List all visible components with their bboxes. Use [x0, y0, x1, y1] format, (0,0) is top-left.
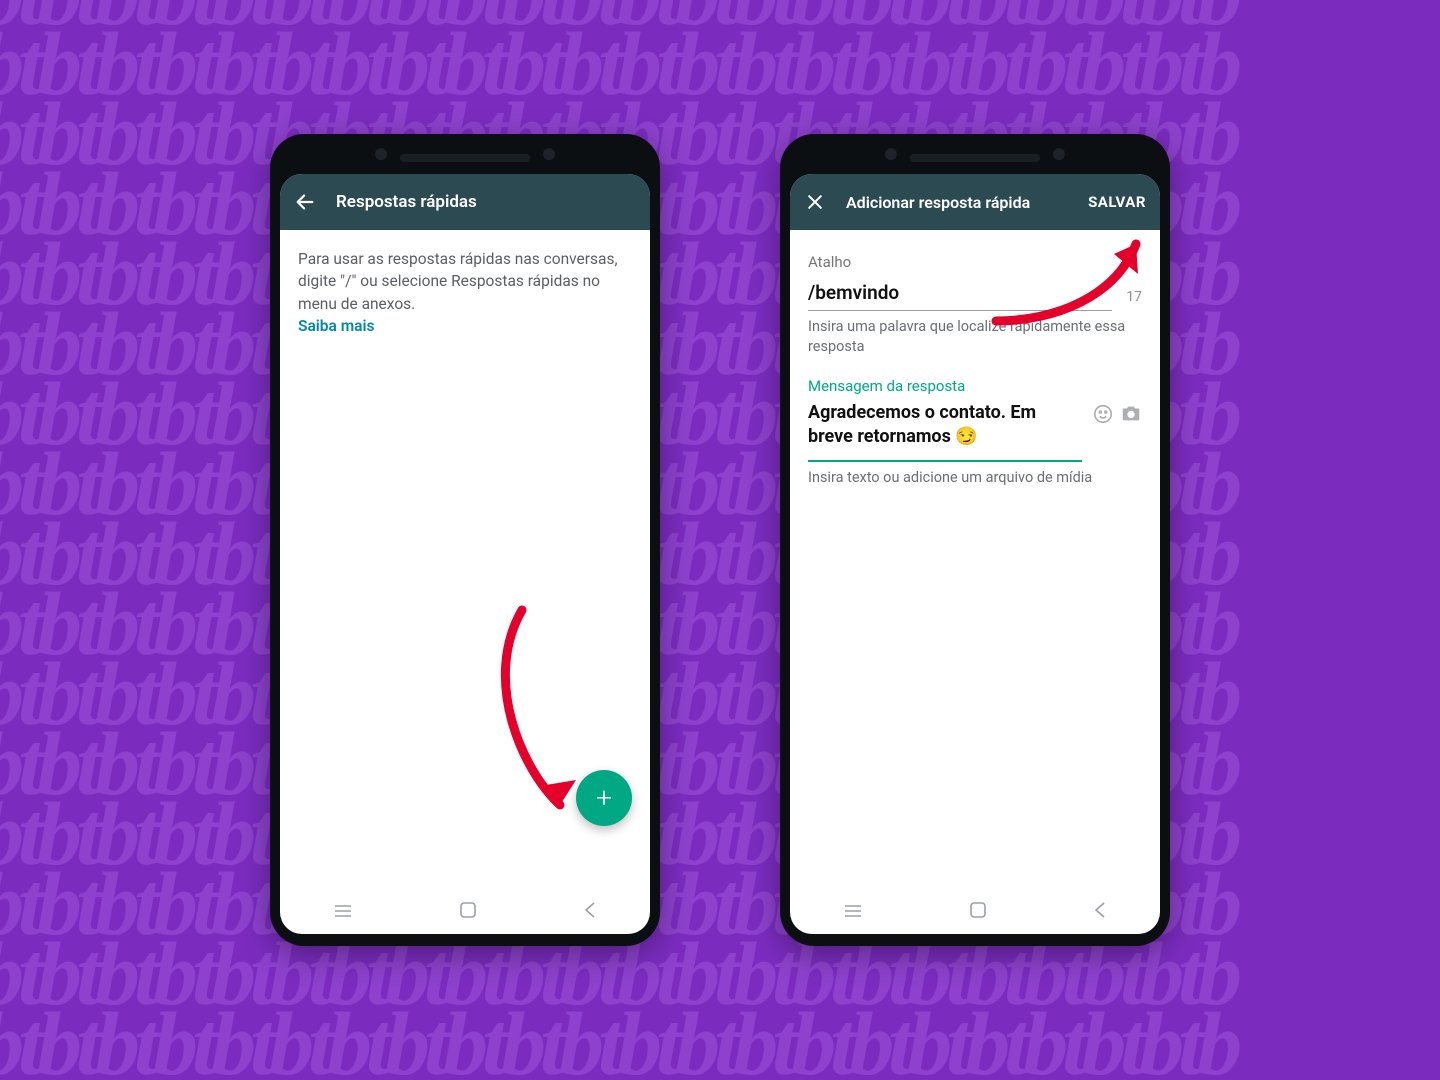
- page-title-left: Respostas rápidas: [336, 192, 477, 212]
- appbar-left: Respostas rápidas: [280, 174, 650, 230]
- camera-icon[interactable]: [1120, 403, 1142, 431]
- screen-left: Respostas rápidas Para usar as respostas…: [280, 174, 650, 934]
- helper-text: Para usar as respostas rápidas nas conve…: [298, 248, 632, 315]
- nav-recents-icon[interactable]: [843, 902, 863, 923]
- shortcut-counter: 17: [1126, 287, 1142, 307]
- nav-home-icon[interactable]: [969, 901, 987, 924]
- message-label: Mensagem da resposta: [808, 376, 1142, 398]
- plus-icon: +: [596, 778, 612, 819]
- back-arrow-icon: [294, 191, 316, 213]
- message-field: Mensagem da resposta Agradecemos o conta…: [808, 376, 1142, 487]
- shortcut-input[interactable]: /bemvindo: [808, 277, 1112, 312]
- emoji-icon[interactable]: [1092, 403, 1114, 431]
- android-navbar-right: [790, 890, 1160, 934]
- nav-back-icon[interactable]: [1093, 901, 1107, 924]
- close-button[interactable]: [804, 191, 826, 213]
- add-fab[interactable]: +: [576, 770, 632, 826]
- page-title-right: Adicionar resposta rápida: [846, 193, 1030, 212]
- phone-right: Adicionar resposta rápida SALVAR Atalho …: [780, 134, 1170, 946]
- back-button[interactable]: [294, 191, 316, 213]
- appbar-right: Adicionar resposta rápida SALVAR: [790, 174, 1160, 230]
- learn-more-link[interactable]: Saiba mais: [298, 315, 632, 337]
- shortcut-field: Atalho /bemvindo 17 Insira uma palavra q…: [808, 252, 1142, 356]
- body-right: Atalho /bemvindo 17 Insira uma palavra q…: [790, 230, 1160, 890]
- shortcut-label: Atalho: [808, 252, 1142, 274]
- save-button[interactable]: SALVAR: [1088, 193, 1146, 211]
- android-navbar-left: [280, 890, 650, 934]
- nav-home-icon[interactable]: [459, 901, 477, 924]
- phone-left: Respostas rápidas Para usar as respostas…: [270, 134, 660, 946]
- close-icon: [805, 192, 825, 212]
- nav-recents-icon[interactable]: [333, 902, 353, 923]
- stage: tbtbtbtbtbtbtbtbtbtbtbtbtbtbtbtbtbtbtbtb…: [0, 0, 1440, 1080]
- message-hint: Insira texto ou adicione um arquivo de m…: [808, 468, 1142, 488]
- nav-back-icon[interactable]: [583, 901, 597, 924]
- screen-right: Adicionar resposta rápida SALVAR Atalho …: [790, 174, 1160, 934]
- message-input[interactable]: Agradecemos o contato. Em breve retornam…: [808, 401, 1082, 450]
- shortcut-hint: Insira uma palavra que localize rapidame…: [808, 317, 1142, 356]
- body-left: Para usar as respostas rápidas nas conve…: [280, 230, 650, 890]
